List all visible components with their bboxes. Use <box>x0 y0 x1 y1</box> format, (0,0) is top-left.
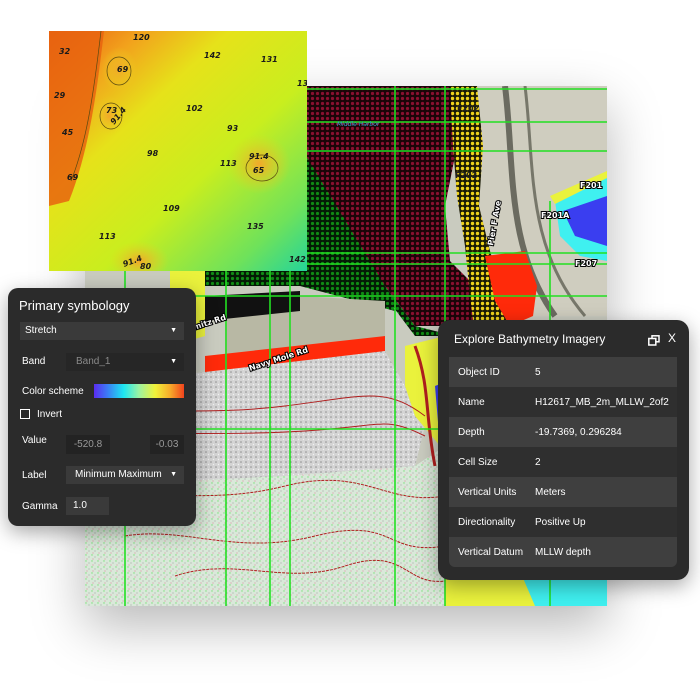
feature-label: F202 <box>455 171 477 180</box>
label-dropdown[interactable]: Minimum Maximum ▼ <box>66 466 184 484</box>
caret-down-icon: ▼ <box>170 471 177 478</box>
close-icon[interactable]: X <box>668 331 676 345</box>
attr-value: 2 <box>535 456 541 468</box>
depth-sounding: 69 <box>117 65 129 74</box>
depth-sounding: 69 <box>67 173 79 182</box>
band-value: Band_1 <box>76 356 111 367</box>
explore-bathymetry-panel: Explore Bathymetry Imagery X Object ID 5… <box>438 320 689 580</box>
color-scheme-ramp[interactable] <box>94 384 184 398</box>
caret-down-icon: ▼ <box>170 327 177 334</box>
invert-checkbox[interactable] <box>20 409 30 419</box>
table-row: Vertical Datum MLLW depth <box>449 537 677 567</box>
depth-sounding: 142 <box>289 255 306 264</box>
attr-key: Directionality <box>458 516 516 528</box>
attribute-table: Object ID 5 Name H12617_MB_2m_MLLW_2of2 … <box>449 357 677 567</box>
band-dropdown[interactable]: Band_1 ▼ <box>66 353 184 371</box>
restore-window-icon[interactable] <box>648 335 660 346</box>
value-min-input[interactable]: -520.8 <box>66 435 110 454</box>
depth-sounding: 113 <box>99 232 116 241</box>
label-label: Label <box>22 470 47 481</box>
table-row: Cell Size 2 <box>449 447 677 477</box>
panel-title: Primary symbology <box>19 298 130 313</box>
renderer-value: Stretch <box>25 325 57 336</box>
attr-value: -19.7369, 0.296284 <box>535 426 622 438</box>
attr-key: Depth <box>458 426 485 438</box>
depth-sounding: 32 <box>59 47 71 56</box>
panel-title: Explore Bathymetry Imagery <box>454 332 606 346</box>
depth-sounding: 131 <box>261 55 278 64</box>
inset-map-canvas[interactable]: 120 32 69 142 131 135 29 73 102 45 91.4 … <box>49 31 307 271</box>
area-label-middle-harbor: Middle Harbor <box>337 121 380 128</box>
table-row: Object ID 5 <box>449 357 677 387</box>
feature-label: F202 <box>457 104 479 113</box>
table-row: Name H12617_MB_2m_MLLW_2of2 <box>449 387 677 417</box>
caret-down-icon: ▼ <box>170 358 177 365</box>
depth-sounding: 45 <box>61 128 74 137</box>
gamma-input[interactable]: 1.0 <box>66 497 109 515</box>
depth-contour-label: 91.4 <box>249 152 269 161</box>
depth-sounding: 29 <box>54 91 66 100</box>
depth-sounding: 109 <box>163 204 180 213</box>
attr-value: Positive Up <box>535 516 586 528</box>
color-scheme-label: Color scheme <box>22 386 84 397</box>
invert-label: Invert <box>37 409 63 420</box>
label-value: Minimum Maximum <box>75 469 162 480</box>
value-label: Value <box>22 435 47 446</box>
attr-key: Vertical Units <box>458 486 517 498</box>
inset-bathymetry-map[interactable]: 120 32 69 142 131 135 29 73 102 45 91.4 … <box>49 31 307 271</box>
depth-sounding: 80 <box>140 262 152 271</box>
attr-key: Cell Size <box>458 456 498 468</box>
value-max-input[interactable]: -0.03 <box>150 435 184 454</box>
depth-sounding: 93 <box>227 124 239 133</box>
depth-sounding: 98 <box>147 149 159 158</box>
renderer-dropdown[interactable]: Stretch ▼ <box>20 322 184 340</box>
attr-key: Name <box>458 396 485 408</box>
attr-value: H12617_MB_2m_MLLW_2of2 <box>535 396 669 408</box>
depth-sounding: 135 <box>297 79 307 88</box>
depth-sounding: 142 <box>204 51 221 60</box>
feature-label: F201 <box>580 181 603 190</box>
attr-value: Meters <box>535 486 566 498</box>
table-row: Directionality Positive Up <box>449 507 677 537</box>
depth-sounding: 135 <box>247 222 264 231</box>
band-label: Band <box>22 356 46 367</box>
depth-sounding: 120 <box>133 33 150 42</box>
depth-sounding: 113 <box>220 159 237 168</box>
depth-sounding: 65 <box>253 166 265 175</box>
table-row: Vertical Units Meters <box>449 477 677 507</box>
attr-key: Object ID <box>458 366 500 378</box>
attr-key: Vertical Datum <box>458 546 524 558</box>
primary-symbology-panel: Primary symbology Stretch ▼ Band Band_1 … <box>8 288 196 526</box>
table-row: Depth -19.7369, 0.296284 <box>449 417 677 447</box>
feature-label: F201A <box>541 211 570 220</box>
gamma-label: Gamma <box>22 501 58 512</box>
feature-label: F207 <box>575 259 597 268</box>
depth-sounding: 102 <box>186 104 203 113</box>
attr-value: MLLW depth <box>535 546 591 558</box>
attr-value: 5 <box>535 366 541 378</box>
